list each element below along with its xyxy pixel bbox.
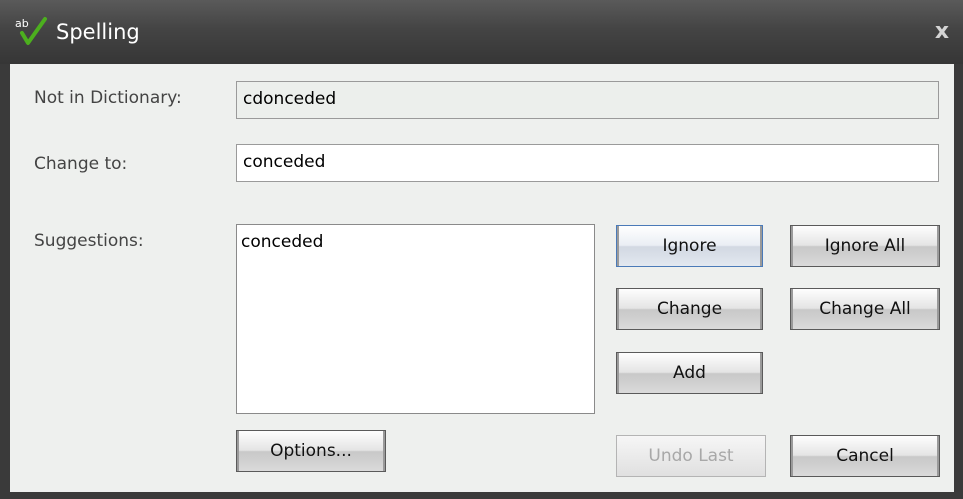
ignore-all-button[interactable]: Ignore All: [790, 225, 940, 267]
ignore-button[interactable]: Ignore: [616, 225, 763, 267]
close-button[interactable]: x: [930, 19, 954, 45]
change-to-label: Change to:: [34, 154, 128, 174]
options-button[interactable]: Options...: [236, 430, 386, 472]
spelling-dialog: ab Spelling x Not in Dictionary: cdonced…: [0, 0, 963, 499]
suggestions-list[interactable]: conceded: [236, 224, 595, 414]
title-bar[interactable]: ab Spelling x: [0, 0, 963, 64]
svg-text:ab: ab: [15, 17, 29, 30]
not-in-dictionary-field: cdonceded: [236, 81, 939, 119]
undo-last-button: Undo Last: [616, 435, 766, 477]
dialog-title: Spelling: [56, 20, 140, 44]
change-all-button[interactable]: Change All: [790, 288, 940, 330]
spell-check-icon: ab: [14, 16, 50, 46]
suggestions-label: Suggestions:: [34, 231, 144, 251]
change-button[interactable]: Change: [616, 288, 763, 330]
cancel-button[interactable]: Cancel: [790, 435, 940, 477]
change-to-input[interactable]: conceded: [236, 144, 939, 182]
list-item[interactable]: conceded: [241, 231, 590, 253]
not-in-dictionary-label: Not in Dictionary:: [34, 88, 182, 108]
add-button[interactable]: Add: [616, 352, 763, 394]
